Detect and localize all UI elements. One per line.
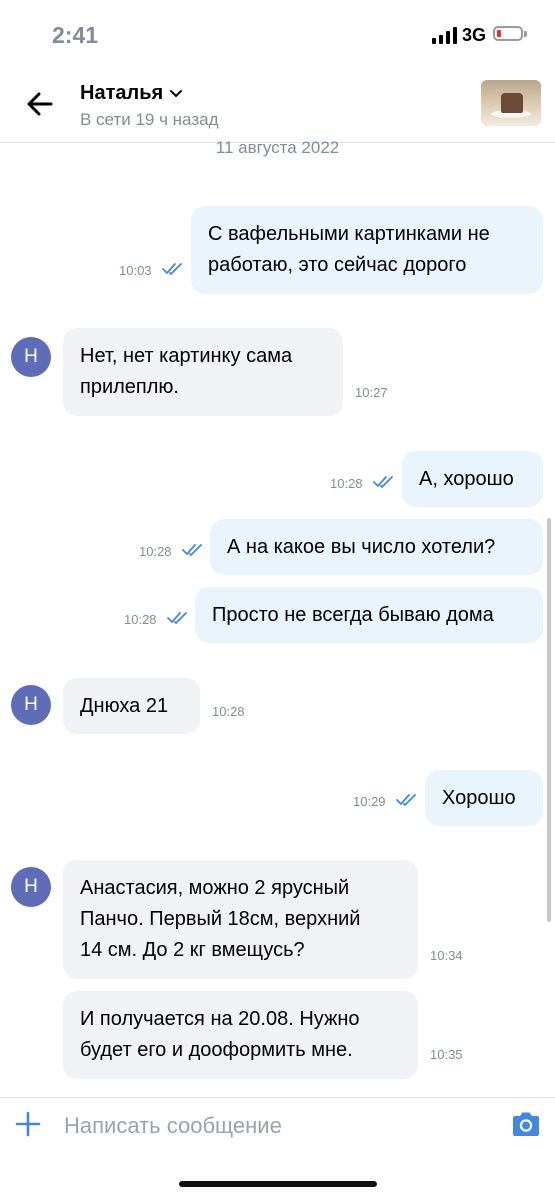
outgoing-message[interactable]: А на какое вы число хотели? [210, 519, 543, 575]
contact-avatar[interactable]: Н [11, 337, 51, 377]
message-text-line: Панчо. Первый 18см, верхний [80, 908, 361, 930]
read-checkmarks-icon [167, 612, 187, 624]
attach-plus-icon[interactable] [14, 1110, 42, 1138]
message-time: 10:28 [212, 704, 245, 719]
outgoing-message[interactable]: А, хорошо [402, 451, 543, 507]
message-text: А на какое вы число хотели? [227, 536, 496, 558]
signal-icon [432, 27, 457, 44]
camera-icon[interactable] [510, 1110, 542, 1138]
message-text-line: И получается на 20.08. Нужно [80, 1008, 360, 1030]
scrollbar[interactable] [547, 518, 551, 922]
read-checkmarks-icon [162, 263, 182, 275]
contact-avatar[interactable]: Н [11, 867, 51, 907]
message-input[interactable]: Написать сообщение [64, 1113, 282, 1139]
incoming-message[interactable]: Анастасия, можно 2 ярусный Панчо. Первый… [63, 860, 418, 979]
network-type: 3G [462, 25, 487, 45]
message-time: 10:35 [430, 1047, 463, 1062]
incoming-message[interactable]: И получается на 20.08. Нужно будет его и… [63, 991, 418, 1079]
status-bar: 2:41 3G [0, 0, 555, 70]
message-text: Днюха 21 [80, 695, 169, 717]
message-time: 10:28 [124, 612, 157, 627]
message-time: 10:27 [355, 385, 388, 400]
read-checkmarks-icon [182, 544, 202, 556]
incoming-message[interactable]: Нет, нет картинку сама прилеплю. [63, 328, 343, 416]
home-indicator [179, 1181, 377, 1187]
message-time: 10:29 [353, 794, 386, 809]
contact-name: Наталья [80, 82, 164, 104]
contact-avatar-photo[interactable] [481, 80, 541, 126]
contact-avatar[interactable]: Н [11, 685, 51, 725]
message-time: 10:03 [119, 263, 152, 278]
outgoing-message[interactable]: Просто не всегда бываю дома [195, 587, 543, 643]
online-status: В сети 19 ч назад [80, 110, 219, 129]
message-text-line: Анастасия, можно 2 ярусный [80, 877, 350, 899]
message-composer: Написать сообщение [0, 1097, 555, 1156]
message-text-line: Нет, нет картинку сама [80, 345, 293, 367]
message-text-line: С вафельными картинками не [208, 223, 490, 245]
message-text: А, хорошо [419, 468, 514, 490]
message-text-line: работаю, это сейчас дорого [208, 254, 467, 276]
battery-icon [493, 26, 527, 41]
chat-header: Наталья В сети 19 ч назад [0, 70, 555, 143]
message-time: 10:28 [330, 476, 363, 491]
date-separator: 11 августа 2022 [215, 138, 340, 157]
back-arrow-icon[interactable] [22, 86, 58, 122]
message-text: Просто не всегда бываю дома [212, 604, 494, 626]
chevron-down-icon [170, 89, 183, 97]
message-time: 10:28 [139, 544, 172, 559]
message-time: 10:34 [430, 948, 463, 963]
message-text-line: 14 см. До 2 кг вмещусь? [80, 939, 305, 961]
read-checkmarks-icon [373, 476, 393, 488]
message-text-line: будет его и дооформить мне. [80, 1039, 353, 1061]
read-checkmarks-icon [396, 794, 416, 806]
incoming-message[interactable]: Днюха 21 [63, 678, 200, 734]
message-text-line: прилеплю. [80, 376, 179, 398]
outgoing-message[interactable]: Хорошо [425, 770, 543, 826]
status-time: 2:41 [52, 22, 99, 48]
outgoing-message[interactable]: С вафельными картинками не работаю, это … [191, 206, 543, 294]
contact-name-button[interactable]: Наталья [80, 82, 183, 105]
message-text: Хорошо [442, 787, 516, 809]
